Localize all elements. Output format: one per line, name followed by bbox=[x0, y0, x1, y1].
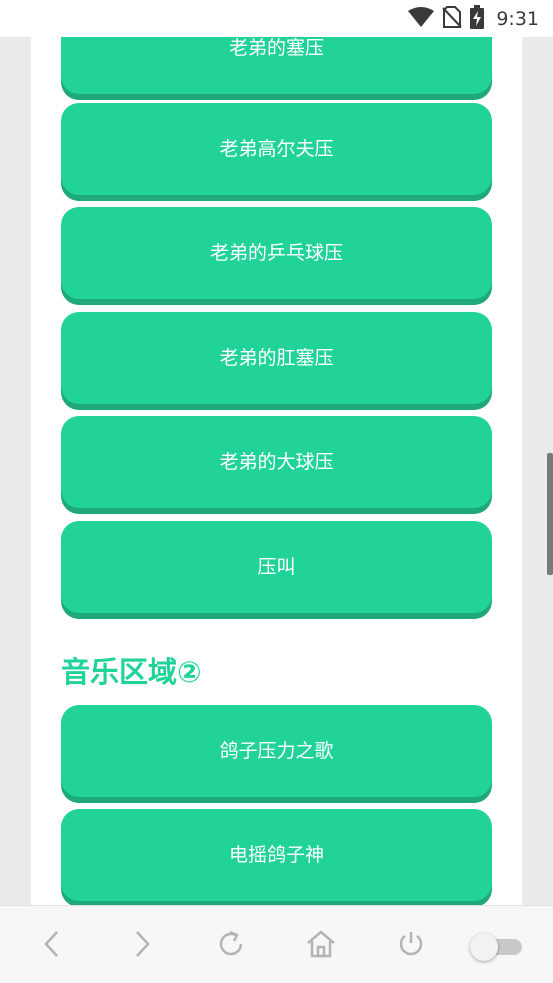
back-button[interactable] bbox=[32, 926, 72, 966]
browser-nav-bar bbox=[0, 905, 553, 983]
sound-button-laodi-pingpong[interactable]: 老弟的乒乓球压 bbox=[61, 207, 492, 299]
home-button[interactable] bbox=[301, 926, 341, 966]
forward-icon bbox=[132, 929, 152, 963]
wifi-icon bbox=[408, 6, 435, 31]
refresh-icon bbox=[216, 929, 246, 963]
sound-button-laodi-daqiu[interactable]: 老弟的大球压 bbox=[61, 416, 492, 508]
home-icon bbox=[305, 928, 337, 964]
status-bar: 9:31 bbox=[0, 0, 553, 37]
power-button[interactable] bbox=[391, 926, 431, 966]
power-icon bbox=[396, 929, 426, 963]
no-sim-icon bbox=[442, 5, 463, 32]
scrollbar-thumb[interactable] bbox=[547, 453, 553, 575]
sound-button-laodi-saiya[interactable]: 老弟的塞压 bbox=[61, 37, 492, 94]
forward-button[interactable] bbox=[122, 926, 162, 966]
battery-charging-icon bbox=[470, 4, 485, 33]
status-time: 9:31 bbox=[496, 7, 539, 30]
refresh-button[interactable] bbox=[211, 926, 251, 966]
music-button-gezi-yali[interactable]: 鸽子压力之歌 bbox=[61, 705, 492, 797]
status-icons: 9:31 bbox=[408, 4, 539, 33]
sound-button-laodi-gangsai[interactable]: 老弟的肛塞压 bbox=[61, 312, 492, 404]
toggle-switch[interactable] bbox=[470, 933, 522, 961]
back-icon bbox=[42, 929, 62, 963]
music-button-dianyao-gezishen[interactable]: 电摇鸽子神 bbox=[61, 809, 492, 901]
sound-button-laodi-golf[interactable]: 老弟高尔夫压 bbox=[61, 103, 492, 195]
toggle-knob bbox=[470, 933, 498, 961]
sound-button-yajiao[interactable]: 压叫 bbox=[61, 521, 492, 613]
web-viewport[interactable]: 老弟的塞压 老弟高尔夫压 老弟的乒乓球压 老弟的肛塞压 老弟的大球压 压叫 音乐… bbox=[0, 37, 553, 905]
page-content: 老弟的塞压 老弟高尔夫压 老弟的乒乓球压 老弟的肛塞压 老弟的大球压 压叫 音乐… bbox=[31, 37, 522, 905]
music-section-title: 音乐区域② bbox=[61, 655, 202, 689]
